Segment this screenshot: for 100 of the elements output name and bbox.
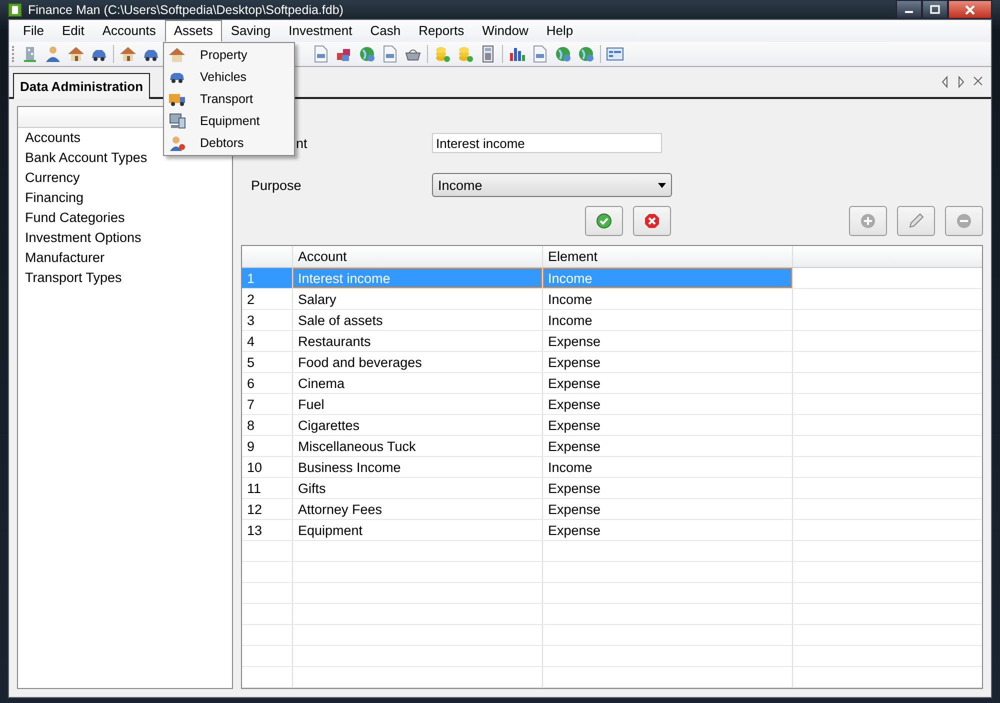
menu-item[interactable]: Assets [164, 20, 222, 42]
house-icon[interactable] [67, 45, 85, 63]
list-item[interactable]: Fund Categories [18, 208, 232, 228]
house-icon[interactable] [119, 45, 137, 63]
table-cell: 6 [242, 373, 293, 393]
maximize-button[interactable] [922, 0, 948, 19]
table-cell: Miscellaneous Tuck [293, 436, 543, 456]
person-icon[interactable] [44, 45, 62, 63]
account-field[interactable]: Interest income [432, 133, 662, 153]
list-item[interactable]: Manufacturer [18, 248, 232, 268]
table-cell: Expense [543, 331, 793, 351]
list-item[interactable]: Transport Types [18, 268, 232, 288]
coins-icon[interactable] [456, 45, 474, 63]
table-cell: Income [543, 268, 793, 288]
globe-icon[interactable] [358, 45, 376, 63]
building-icon[interactable] [21, 45, 39, 63]
house-icon [168, 47, 186, 63]
column-header[interactable]: Element [543, 246, 793, 267]
table-cell: Expense [543, 520, 793, 540]
table-cell: 12 [242, 499, 293, 519]
globe-icon[interactable] [577, 45, 595, 63]
coins-icon[interactable] [433, 45, 451, 63]
document-icon[interactable] [531, 45, 549, 63]
menu-item[interactable]: Help [537, 20, 582, 42]
confirm-button[interactable] [585, 206, 623, 236]
globe-icon[interactable] [554, 45, 572, 63]
cancel-button[interactable] [633, 206, 671, 236]
table-cell: Expense [543, 415, 793, 435]
table-cell: 5 [242, 352, 293, 372]
menu-item[interactable]: Vehicles [164, 66, 294, 88]
menu-item[interactable]: Edit [52, 20, 94, 42]
menu-item[interactable]: Investment [280, 20, 362, 42]
menu-item[interactable]: File [14, 20, 53, 42]
table-cell: 3 [242, 310, 293, 330]
bar-chart-icon[interactable] [508, 45, 526, 63]
table-cell: Income [543, 310, 793, 330]
list-item[interactable]: Investment Options [18, 228, 232, 248]
table-cell: 9 [242, 436, 293, 456]
table-cell: Interest income [293, 268, 543, 288]
table-cell: Cinema [293, 373, 543, 393]
form-icon[interactable] [606, 45, 624, 63]
menu-item[interactable]: Reports [410, 20, 474, 42]
list-item[interactable]: Financing [18, 188, 232, 208]
truck-icon [168, 91, 186, 107]
purpose-dropdown[interactable]: Income [432, 173, 672, 197]
menu-item[interactable]: Accounts [93, 20, 165, 42]
table-cell: Expense [543, 436, 793, 456]
minimize-button[interactable] [896, 0, 922, 19]
table-cell: Gifts [293, 478, 543, 498]
remove-button[interactable] [945, 206, 983, 236]
cancel-icon [644, 213, 660, 229]
next-icon[interactable] [957, 76, 965, 88]
previous-icon[interactable] [941, 76, 949, 88]
table-cell: Food and beverages [293, 352, 543, 372]
table-cell: Expense [543, 499, 793, 519]
table-cell: Attorney Fees [293, 499, 543, 519]
check-icon [596, 213, 612, 229]
table-cell: Income [543, 457, 793, 477]
menu-item[interactable]: Property [164, 44, 294, 66]
document-icon[interactable] [381, 45, 399, 63]
edit-button[interactable] [897, 206, 935, 236]
add-button[interactable] [849, 206, 887, 236]
minus-icon [956, 213, 972, 229]
close-icon[interactable] [973, 76, 983, 88]
list-item[interactable]: Currency [18, 168, 232, 188]
table-cell: Restaurants [293, 331, 543, 351]
plus-icon [860, 213, 876, 229]
table-cell: Business Income [293, 457, 543, 477]
table-cell: 8 [242, 415, 293, 435]
column-header[interactable]: Account [293, 246, 543, 267]
table-cell: Expense [543, 352, 793, 372]
menu-item[interactable]: Cash [361, 20, 410, 42]
table-cell: 10 [242, 457, 293, 477]
table-cell: Expense [543, 478, 793, 498]
menu-item[interactable]: Window [473, 20, 538, 42]
table-cell: Equipment [293, 520, 543, 540]
close-icon [964, 4, 976, 14]
menu-item[interactable]: Transport [164, 88, 294, 110]
tab[interactable]: Data Administration [13, 73, 150, 99]
menu-item[interactable]: Saving [222, 20, 280, 42]
table-cell: Sale of assets [293, 310, 543, 330]
menu-item[interactable]: Equipment [164, 110, 294, 132]
table-cell: 7 [242, 394, 293, 414]
table-cell: 13 [242, 520, 293, 540]
person-icon [168, 135, 186, 151]
table-cell: Income [543, 289, 793, 309]
table-cell: 1 [242, 268, 293, 288]
table-cell: Expense [543, 373, 793, 393]
table-cell: 11 [242, 478, 293, 498]
document-icon[interactable] [312, 45, 330, 63]
pencil-icon [907, 212, 925, 230]
field-label: nt [295, 136, 308, 150]
table-cell: 2 [242, 289, 293, 309]
table-cell: Fuel [293, 394, 543, 414]
window-title: Finance Man (C:\Users\Softpedia\Desktop\Softpedia.fdb) [28, 2, 344, 16]
table-cell: Cigarettes [293, 415, 543, 435]
table-cell: 4 [242, 331, 293, 351]
close-button[interactable] [948, 0, 992, 19]
table-cell: Expense [543, 394, 793, 414]
field-label: Purpose [250, 178, 302, 192]
